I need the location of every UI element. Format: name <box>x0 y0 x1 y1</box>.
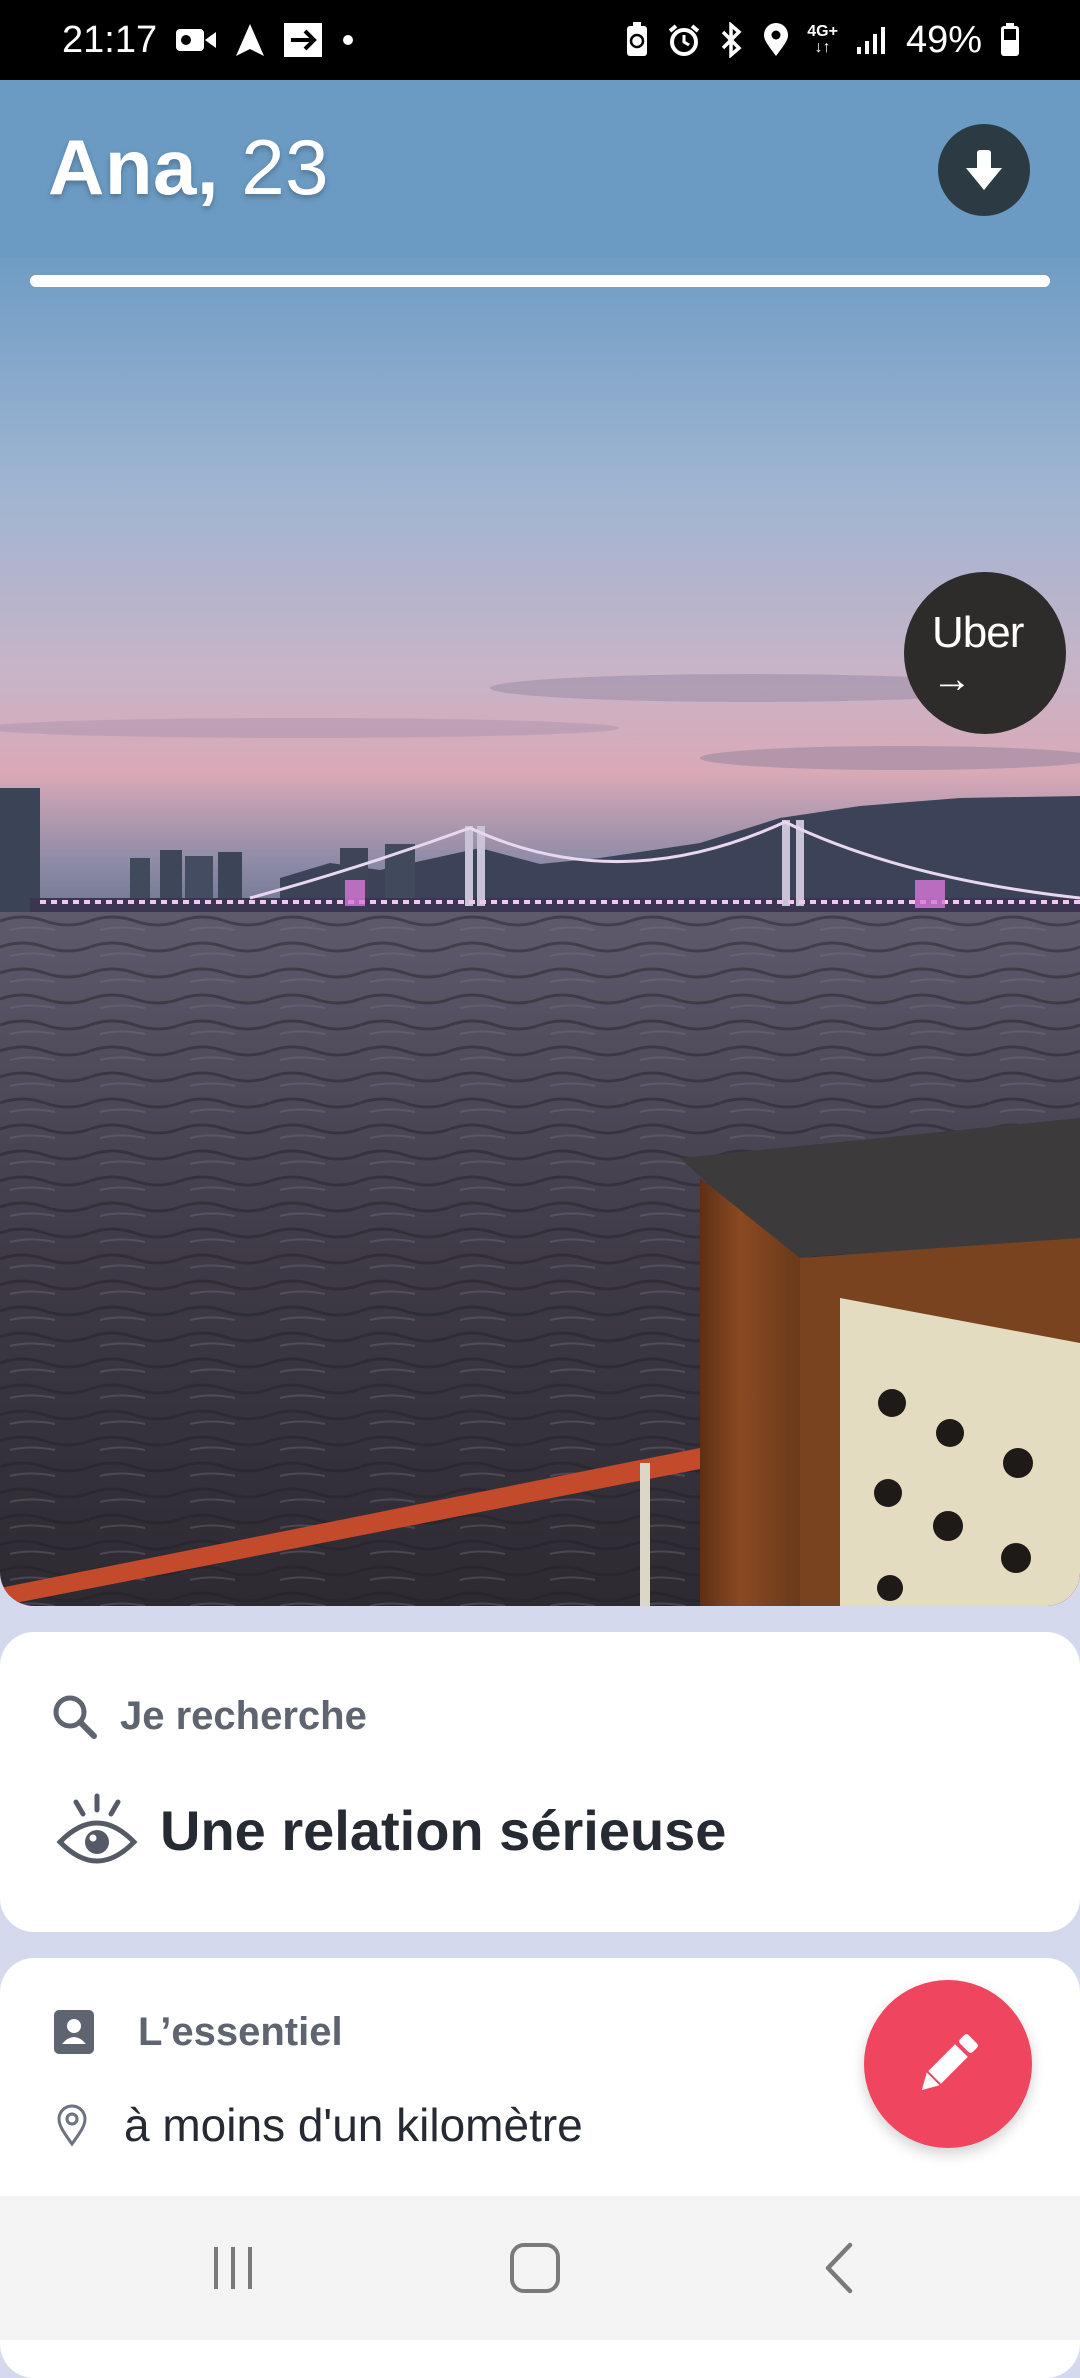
distance-item: à moins d'un kilomètre <box>56 2098 583 2152</box>
status-bar: 21:17 4G+ ↓↑ 49% <box>0 0 1080 80</box>
home-button[interactable] <box>495 2238 575 2298</box>
photo-progress-fill <box>30 275 1050 287</box>
looking-for-card: Je recherche Une relation sérieuse <box>0 1632 1080 1932</box>
navigation-arrow-icon <box>235 23 265 57</box>
home-icon <box>509 2242 561 2294</box>
essentials-label-text: L’essentiel <box>138 2009 343 2054</box>
search-icon <box>50 1692 98 1740</box>
edit-button[interactable] <box>864 1980 1032 2148</box>
download-arrow-icon <box>962 146 1006 194</box>
forward-box-icon <box>283 22 323 58</box>
profile-header: Ana, 23 <box>0 80 1080 258</box>
collapse-profile-button[interactable] <box>938 124 1030 216</box>
dot-icon <box>341 33 355 47</box>
looking-for-value: Une relation sérieuse <box>56 1792 726 1868</box>
back-icon <box>820 2241 860 2295</box>
essentials-label: L’essentiel <box>52 2008 343 2056</box>
profile-age: 23 <box>241 123 329 211</box>
status-left: 21:17 <box>62 19 355 62</box>
uber-sponsor-badge[interactable]: Uber → <box>904 572 1066 734</box>
bluetooth-icon <box>719 22 745 58</box>
profile-photo[interactable] <box>0 258 1080 1606</box>
profile-name: Ana, <box>48 123 220 211</box>
network-label: 4G+ <box>807 23 838 40</box>
distance-text: à moins d'un kilomètre <box>124 2099 583 2151</box>
status-time: 21:17 <box>62 18 158 61</box>
video-camera-icon <box>175 26 217 54</box>
looking-for-label-text: Je recherche <box>120 1693 367 1738</box>
arrow-right-icon: → <box>932 657 972 701</box>
pencil-icon <box>909 2025 987 2103</box>
photo-progress-bar <box>30 275 1050 287</box>
location-icon <box>763 23 789 57</box>
signal-icon <box>856 25 888 55</box>
looking-for-label: Je recherche <box>50 1692 367 1740</box>
battery-icon <box>1000 23 1020 57</box>
photo-scene <box>0 258 1080 1606</box>
system-nav-bar <box>0 2196 1080 2340</box>
looking-for-value-text: Une relation sérieuse <box>160 1798 727 1862</box>
back-button[interactable] <box>800 2238 880 2298</box>
eye-icon <box>56 1792 138 1868</box>
status-right: 4G+ ↓↑ 49% <box>625 19 1020 62</box>
recent-apps-icon <box>208 2243 258 2293</box>
uber-badge-text: Uber <box>932 608 1024 657</box>
profile-title: Ana, 23 <box>48 122 329 213</box>
battery-saver-icon <box>625 22 649 58</box>
location-pin-icon <box>56 2104 88 2146</box>
battery-percent: 49% <box>905 18 982 61</box>
network-4g-icon: 4G+ ↓↑ <box>807 24 838 56</box>
data-arrows-icon: ↓↑ <box>814 39 831 56</box>
alarm-icon <box>667 23 701 57</box>
recent-apps-button[interactable] <box>193 2238 273 2298</box>
profile-card-icon <box>52 2008 96 2056</box>
